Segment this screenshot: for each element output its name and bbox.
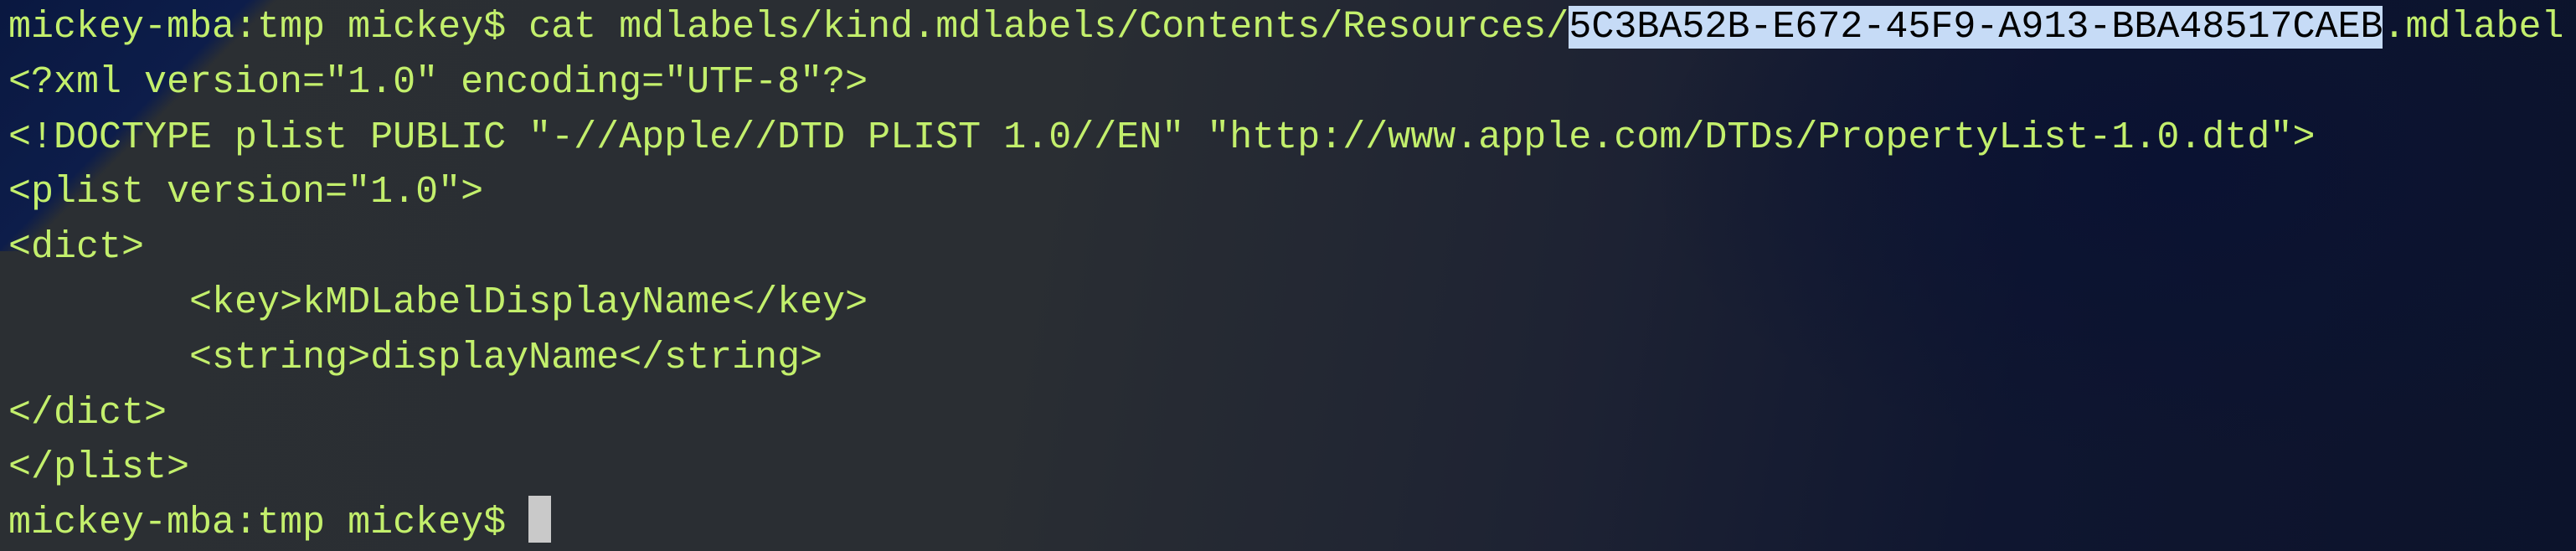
terminal-output[interactable]: mickey-mba:tmp mickey$ cat mdlabels/kind…: [8, 0, 2564, 551]
output-line: <string>displayName</string>: [8, 336, 823, 379]
shell-prompt: mickey-mba:tmp mickey$: [8, 6, 529, 49]
shell-prompt: mickey-mba:tmp mickey$: [8, 502, 529, 545]
output-line: <dict>: [8, 226, 145, 270]
text-cursor: [528, 496, 552, 543]
command-line: mickey-mba:tmp mickey$ cat mdlabels/kind…: [8, 0, 2564, 55]
output-line: <!DOCTYPE plist PUBLIC "-//Apple//DTD PL…: [8, 116, 2316, 159]
command-suffix: .mdlabel: [2383, 6, 2564, 49]
output-line: </plist>: [8, 446, 190, 490]
selected-text[interactable]: 5C3BA52B-E672-45F9-A913-BBA48517CAEB: [1569, 6, 2383, 49]
output-line: <?xml version="1.0" encoding="UTF-8"?>: [8, 60, 868, 104]
output-line: </dict>: [8, 391, 167, 435]
output-line: <key>kMDLabelDisplayName</key>: [8, 281, 868, 324]
output-line: <plist version="1.0">: [8, 171, 484, 214]
prompt-line[interactable]: mickey-mba:tmp mickey$: [8, 496, 2564, 551]
command-text: cat mdlabels/kind.mdlabels/Contents/Reso…: [528, 6, 1569, 49]
